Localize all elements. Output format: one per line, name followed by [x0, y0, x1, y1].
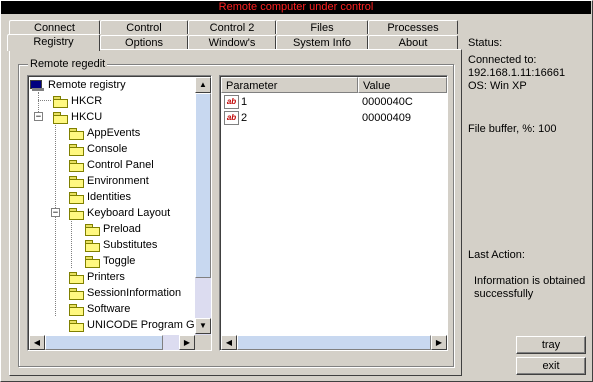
string-value-icon: ab [224, 111, 239, 125]
folder-icon [68, 127, 84, 140]
regedit-group-label: Remote regedit [28, 58, 108, 70]
scroll-up-icon[interactable]: ▲ [195, 77, 211, 93]
tree-item-hkcr[interactable]: HKCR [52, 93, 102, 109]
tree-item-label: HKCR [71, 95, 103, 107]
scroll-left-icon[interactable]: ◀ [221, 335, 237, 350]
tree-item-label: Keyboard Layout [87, 207, 171, 219]
tree-root-label: Remote registry [48, 79, 126, 91]
tab-control[interactable]: Control [100, 20, 188, 34]
tree-item-hkcu[interactable]: HKCU [52, 109, 102, 125]
folder-icon [68, 191, 84, 204]
folder-icon [52, 111, 68, 124]
tree-item-unicode-program-groups[interactable]: UNICODE Program Gr [68, 317, 198, 333]
tree-item-label: Identities [87, 191, 132, 203]
registry-tree[interactable]: Remote registry HKCR − HKCU AppEvents Co… [27, 75, 212, 351]
tab-system-info[interactable]: System Info [276, 35, 368, 49]
tree-item-label: Printers [87, 271, 125, 283]
tree-item-label: UNICODE Program Gr [87, 319, 199, 331]
tab-registry[interactable]: Registry [7, 34, 100, 51]
tree-item-label: Environment [87, 175, 149, 187]
title-bar: Remote computer under control [1, 1, 591, 14]
list-item-value: 0000040C [362, 96, 413, 108]
tree-item-keyboard-layout[interactable]: Keyboard Layout [68, 205, 170, 221]
folder-icon [68, 207, 84, 220]
list-item-value: 00000409 [362, 112, 411, 124]
open-folder-icon [84, 223, 100, 236]
tab-connect[interactable]: Connect [9, 20, 100, 34]
status-connected-label: Connected to: [468, 54, 537, 66]
tree-item-printers[interactable]: Printers [68, 269, 125, 285]
tab-options[interactable]: Options [100, 35, 188, 49]
status-last-action-line2: successfully [474, 288, 534, 300]
folder-icon [68, 143, 84, 156]
list-item-name[interactable]: 2 [241, 110, 247, 126]
column-header-parameter[interactable]: Parameter [221, 77, 358, 93]
tree-item-appevents[interactable]: AppEvents [68, 125, 140, 141]
status-address: 192.168.1.11:16661 [468, 67, 566, 79]
tree-item-label: HKCU [71, 111, 103, 123]
tab-files[interactable]: Files [276, 20, 368, 34]
scroll-left-icon[interactable]: ◀ [29, 335, 45, 350]
tree-item-label: SessionInformation [87, 287, 182, 299]
tree-item-label: Toggle [103, 255, 136, 267]
tree-item-label: AppEvents [87, 127, 141, 139]
tree-item-label: Console [87, 143, 128, 155]
tree-item-software[interactable]: Software [68, 301, 130, 317]
exit-button[interactable]: exit [516, 357, 586, 375]
tree-item-toggle[interactable]: Toggle [84, 253, 135, 269]
string-value-icon: ab [224, 95, 239, 109]
status-heading: Status: [468, 37, 503, 49]
computer-icon [30, 79, 44, 91]
status-os: OS: Win XP [468, 80, 527, 92]
folder-icon [68, 287, 84, 300]
scroll-right-icon[interactable]: ▶ [179, 335, 195, 350]
folder-icon [68, 319, 84, 332]
tab-windows[interactable]: Window's [188, 35, 276, 49]
status-file-buffer: File buffer, %: 100 [468, 123, 557, 135]
status-last-action-label: Last Action: [468, 249, 525, 261]
tree-item-preload[interactable]: Preload [84, 221, 141, 237]
list-hscroll-thumb[interactable] [237, 335, 431, 350]
tree-item-environment[interactable]: Environment [68, 173, 149, 189]
tree-root[interactable]: Remote registry [30, 77, 126, 93]
tab-processes[interactable]: Processes [368, 20, 458, 34]
folder-icon [84, 239, 100, 252]
column-header-value[interactable]: Value [358, 77, 447, 93]
values-list[interactable]: Parameter Value ab 1 0000040C ab 2 00000… [219, 75, 448, 351]
tree-item-label: Software [87, 303, 131, 315]
folder-icon [68, 303, 84, 316]
tray-button[interactable]: tray [516, 336, 586, 354]
folder-icon [84, 255, 100, 268]
scroll-down-icon[interactable]: ▼ [195, 318, 211, 334]
list-item-name[interactable]: 1 [241, 94, 247, 110]
folder-icon [68, 175, 84, 188]
tree-vscroll-thumb[interactable] [195, 93, 211, 278]
tree-item-sessioninformation[interactable]: SessionInformation [68, 285, 181, 301]
tree-item-control-panel[interactable]: Control Panel [68, 157, 154, 173]
folder-icon [68, 271, 84, 284]
scroll-right-icon[interactable]: ▶ [431, 335, 447, 350]
tree-item-substitutes[interactable]: Substitutes [84, 237, 157, 253]
tree-hscroll-thumb[interactable] [45, 335, 163, 350]
scroll-corner [195, 335, 211, 350]
folder-icon [68, 159, 84, 172]
tab-control-2[interactable]: Control 2 [188, 20, 276, 34]
collapse-hkcu-icon[interactable]: − [34, 112, 43, 122]
status-last-action-line1: Information is obtained [474, 275, 586, 287]
tree-item-identities[interactable]: Identities [68, 189, 131, 205]
tree-item-label: Control Panel [87, 159, 154, 171]
tree-item-label: Preload [103, 223, 141, 235]
tree-item-label: Substitutes [103, 239, 158, 251]
folder-icon [52, 95, 68, 108]
collapse-keyboard-layout-icon[interactable]: − [51, 208, 60, 218]
tab-about[interactable]: About [368, 35, 458, 49]
tree-item-console[interactable]: Console [68, 141, 127, 157]
